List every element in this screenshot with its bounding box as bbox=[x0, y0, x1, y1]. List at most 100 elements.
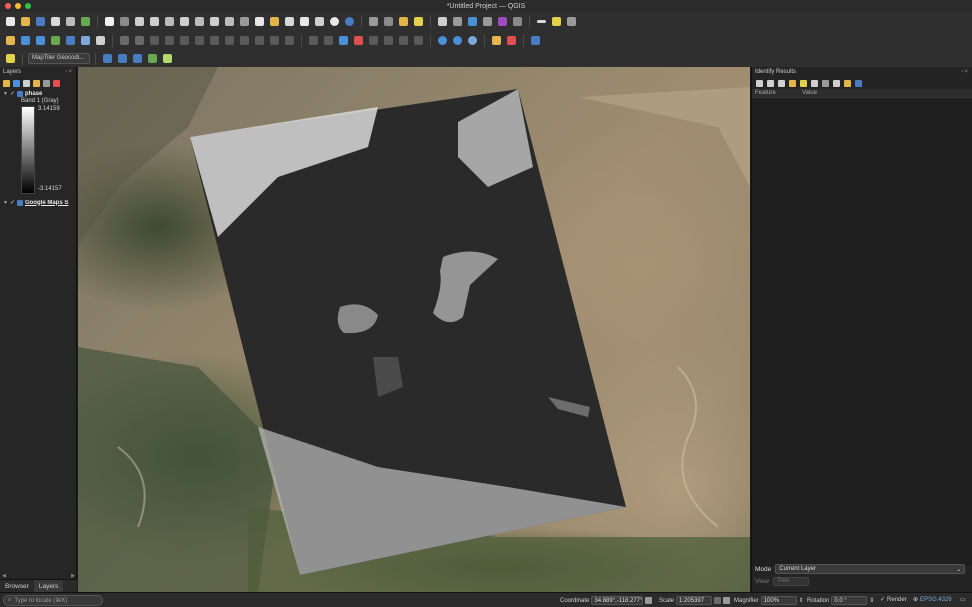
current-edits-icon[interactable] bbox=[118, 34, 131, 47]
settings-wrench-icon[interactable] bbox=[844, 79, 851, 87]
layer-visibility-checkbox[interactable]: ✓ bbox=[10, 199, 15, 206]
add-group-icon[interactable] bbox=[13, 79, 20, 87]
layer-style-icon[interactable] bbox=[3, 79, 10, 87]
results-tree[interactable] bbox=[752, 98, 972, 566]
plugin-lightning-icon[interactable] bbox=[4, 52, 17, 65]
add-raster-layer-icon[interactable] bbox=[64, 34, 77, 47]
sum-icon[interactable] bbox=[481, 15, 494, 28]
view-select[interactable]: Tree bbox=[772, 577, 809, 586]
select-features-icon[interactable] bbox=[397, 15, 410, 28]
horizontal-scrollbar[interactable]: ◀ ▶ bbox=[0, 573, 77, 579]
crs-group[interactable]: ⊕ EPSG:4326 bbox=[913, 596, 952, 604]
new-geopackage-layer-icon[interactable] bbox=[19, 34, 32, 47]
save-project-icon[interactable] bbox=[34, 15, 47, 28]
select-by-value-icon[interactable] bbox=[412, 15, 425, 28]
copy-features-icon[interactable] bbox=[238, 34, 251, 47]
toggle-editing-icon[interactable] bbox=[133, 34, 146, 47]
zoom-full-icon[interactable] bbox=[178, 15, 191, 28]
new-print-layout-icon[interactable] bbox=[49, 15, 62, 28]
plugin-bug-icon[interactable] bbox=[505, 34, 518, 47]
processing-toolbox-icon[interactable] bbox=[466, 15, 479, 28]
show-layout-icon[interactable] bbox=[511, 15, 524, 28]
add-vector-layer-icon[interactable] bbox=[49, 34, 62, 47]
rotation-field[interactable]: 0.0 ° bbox=[831, 596, 868, 605]
crs-label[interactable]: EPSG:4326 bbox=[920, 597, 952, 603]
map-tips-icon[interactable] bbox=[550, 15, 563, 28]
toggle-extents-icon[interactable] bbox=[645, 597, 653, 604]
change-label-icon[interactable] bbox=[412, 34, 425, 47]
refresh-icon[interactable] bbox=[343, 15, 356, 28]
filter-legend-icon[interactable] bbox=[33, 79, 40, 87]
temporal-controller-icon[interactable] bbox=[328, 15, 341, 28]
vertex-tool-icon[interactable] bbox=[193, 34, 206, 47]
vector-tiles-icon[interactable] bbox=[161, 52, 174, 65]
identify-features-icon[interactable] bbox=[436, 15, 449, 28]
zoom-to-selection-icon[interactable] bbox=[193, 15, 206, 28]
wcs-icon[interactable] bbox=[131, 52, 144, 65]
wms-icon[interactable] bbox=[101, 52, 114, 65]
show-hide-labels-icon[interactable] bbox=[367, 34, 380, 47]
help-icon[interactable] bbox=[529, 34, 542, 47]
panel-float-close-icon[interactable]: ▫× bbox=[65, 69, 73, 75]
panel-float-close-icon[interactable]: ▫× bbox=[961, 69, 969, 75]
tab-layers[interactable]: Layers bbox=[33, 580, 64, 592]
expand-tree-icon[interactable] bbox=[756, 79, 763, 87]
zoom-out-icon[interactable] bbox=[148, 15, 161, 28]
lock-scale-icon[interactable] bbox=[723, 597, 731, 604]
cut-features-icon[interactable] bbox=[223, 34, 236, 47]
label-layer-icon[interactable] bbox=[322, 34, 335, 47]
scale-dropdown-icon[interactable] bbox=[714, 597, 722, 604]
bookmark-icon[interactable] bbox=[298, 15, 311, 28]
web-map-icon[interactable] bbox=[436, 34, 449, 47]
collapse-tree-icon[interactable] bbox=[767, 79, 774, 87]
new-3d-view-icon[interactable] bbox=[283, 15, 296, 28]
expand-new-results-icon[interactable] bbox=[778, 79, 785, 87]
zoom-window-button[interactable] bbox=[25, 3, 31, 9]
clear-results-icon[interactable] bbox=[789, 79, 796, 87]
add-mesh-layer-icon[interactable] bbox=[79, 34, 92, 47]
copy-feature-icon[interactable] bbox=[800, 79, 807, 87]
undo-icon[interactable] bbox=[268, 34, 281, 47]
paste-features-icon[interactable] bbox=[253, 34, 266, 47]
magnifier-field[interactable]: 100% bbox=[760, 596, 797, 605]
zoom-native-icon[interactable] bbox=[223, 15, 236, 28]
new-project-icon[interactable] bbox=[4, 15, 17, 28]
xyz-tiles-icon[interactable] bbox=[146, 52, 159, 65]
remove-layer-icon[interactable] bbox=[53, 79, 60, 87]
identify-mode-icon[interactable] bbox=[833, 79, 840, 87]
save-edits-icon[interactable] bbox=[148, 34, 161, 47]
layer-item-google-maps[interactable]: ▼ ✓ Google Maps S bbox=[0, 198, 76, 207]
help-icon[interactable] bbox=[855, 79, 862, 87]
open-project-icon[interactable] bbox=[19, 15, 32, 28]
map-canvas[interactable] bbox=[78, 67, 750, 592]
stepper-icon[interactable]: ⇕ bbox=[869, 597, 874, 604]
wfs-icon[interactable] bbox=[116, 52, 129, 65]
redo-icon[interactable] bbox=[283, 34, 296, 47]
text-annotation-icon[interactable] bbox=[565, 15, 578, 28]
highlight-labels-icon[interactable] bbox=[337, 34, 350, 47]
coordinate-field[interactable]: 34.889°,-118.277° bbox=[591, 596, 644, 605]
statistics-icon[interactable] bbox=[382, 15, 395, 28]
delete-selected-icon[interactable] bbox=[208, 34, 221, 47]
collapse-arrow-icon[interactable]: ▼ bbox=[3, 200, 8, 206]
globe-icon[interactable] bbox=[466, 34, 479, 47]
pan-hand-icon[interactable] bbox=[103, 15, 116, 28]
python-plugin-icon[interactable] bbox=[496, 15, 509, 28]
expand-all-icon[interactable] bbox=[43, 79, 50, 87]
open-field-calculator-icon[interactable] bbox=[451, 15, 464, 28]
layer-item-phase[interactable]: ▼ ✓ phase bbox=[0, 89, 76, 98]
render-checkbox[interactable]: ✓ bbox=[880, 596, 885, 603]
zoom-last-icon[interactable] bbox=[238, 15, 251, 28]
web-search-icon[interactable] bbox=[451, 34, 464, 47]
identify-by-point-icon[interactable] bbox=[822, 79, 829, 87]
layout-manager-icon[interactable] bbox=[64, 15, 77, 28]
messages-icon[interactable]: ▭ bbox=[960, 596, 966, 603]
close-window-button[interactable] bbox=[5, 3, 11, 9]
python-console-icon[interactable] bbox=[490, 34, 503, 47]
add-feature-icon[interactable] bbox=[178, 34, 191, 47]
zoom-next-icon[interactable] bbox=[253, 15, 266, 28]
scale-field[interactable]: 1:205397 bbox=[676, 596, 713, 605]
label-tool-icon[interactable] bbox=[307, 34, 320, 47]
maptiler-geocoding-combo[interactable]: MapTiler Geocodi... bbox=[28, 53, 90, 64]
pan-to-selection-icon[interactable] bbox=[118, 15, 131, 28]
